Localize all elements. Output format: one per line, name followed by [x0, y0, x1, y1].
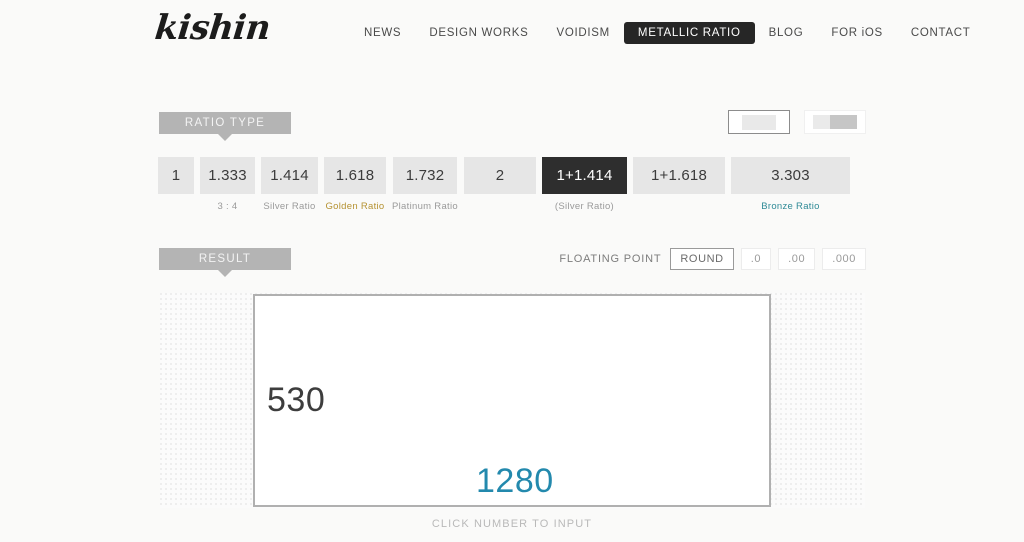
ratio-type-section-label: RATIO TYPE: [159, 112, 291, 141]
floating-point-button-00[interactable]: .00: [778, 248, 816, 270]
brand-logo[interactable]: kishin: [153, 8, 272, 48]
ratio-option-cell: 1.732 Platinum Ratio: [392, 157, 458, 212]
ratio-button-1-1.618[interactable]: 1+1.618: [632, 157, 725, 194]
ratio-button-1-1.414[interactable]: 1+1.414: [541, 157, 627, 194]
ratio-sub-label: Platinum Ratio: [392, 201, 458, 212]
nav-item-metallic-ratio[interactable]: METALLIC RATIO: [623, 22, 755, 44]
nav-item-design-works[interactable]: DESIGN WORKS: [415, 22, 542, 44]
ratio-option-cell: 1: [158, 157, 194, 201]
result-width-value[interactable]: 1280: [476, 462, 554, 501]
ratio-button-1.618[interactable]: 1.618: [324, 157, 386, 194]
ratio-option-cell: 1.618 Golden Ratio: [324, 157, 386, 212]
ratio-sub-label: Bronze Ratio: [761, 201, 820, 212]
ratio-sub-label: Golden Ratio: [325, 201, 385, 212]
floating-point-button-round[interactable]: ROUND: [670, 248, 734, 270]
ratio-sub-label: Silver Ratio: [263, 201, 316, 212]
ratio-option-cell: 1.414 Silver Ratio: [261, 157, 318, 212]
ratio-button-1.333[interactable]: 1.333: [200, 157, 255, 194]
ratio-option-cell: 1+1.414 (Silver Ratio): [541, 157, 627, 212]
split-pane-icon: [813, 115, 857, 129]
ratio-option-cell: 2: [463, 157, 536, 201]
nav-item-blog[interactable]: BLOG: [755, 22, 818, 44]
ratio-button-1[interactable]: 1: [158, 157, 194, 194]
nav-item-voidism[interactable]: VOIDISM: [542, 22, 623, 44]
result-hint-text: CLICK NUMBER TO INPUT: [431, 518, 593, 530]
result-section-label: RESULT: [159, 248, 291, 277]
ratio-option-cell: 1.333 3 : 4: [200, 157, 255, 212]
view-mode-toggle-group: [728, 110, 866, 134]
nav-item-for-ios[interactable]: FOR iOS: [817, 22, 897, 44]
ratio-button-2[interactable]: 2: [463, 157, 536, 194]
single-pane-view-button[interactable]: [728, 110, 790, 134]
ratio-option-cell: 1+1.618: [632, 157, 725, 201]
ratio-sub-label: (Silver Ratio): [554, 201, 615, 212]
ratio-button-1.414[interactable]: 1.414: [261, 157, 318, 194]
ratio-sub-label: 3 : 4: [217, 201, 238, 212]
main-navigation: NEWS DESIGN WORKS VOIDISM METALLIC RATIO BLO…: [350, 22, 985, 44]
ratio-button-3.303[interactable]: 3.303: [730, 157, 850, 194]
floating-point-control-group: FLOATING POINT ROUND .0 .00 .000: [559, 248, 866, 270]
floating-point-button-000[interactable]: .000: [822, 248, 866, 270]
site-header: kishin NEWS DESIGN WORKS VOIDISM METALLIC R…: [0, 0, 1024, 66]
ratio-type-button-row: 1 1.333 3 : 4 1.414 Silver Ratio 1.618 Golden …: [158, 157, 850, 212]
floating-point-label: FLOATING POINT: [559, 253, 662, 265]
nav-item-contact[interactable]: CONTACT: [897, 22, 985, 44]
split-pane-view-button[interactable]: [804, 110, 866, 134]
ratio-option-cell: 3.303 Bronze Ratio: [730, 157, 850, 212]
ratio-button-1.732[interactable]: 1.732: [392, 157, 457, 194]
single-pane-icon: [742, 114, 776, 130]
nav-item-news[interactable]: NEWS: [350, 22, 415, 44]
floating-point-button-0[interactable]: .0: [740, 248, 772, 270]
result-height-value[interactable]: 530: [267, 381, 325, 420]
